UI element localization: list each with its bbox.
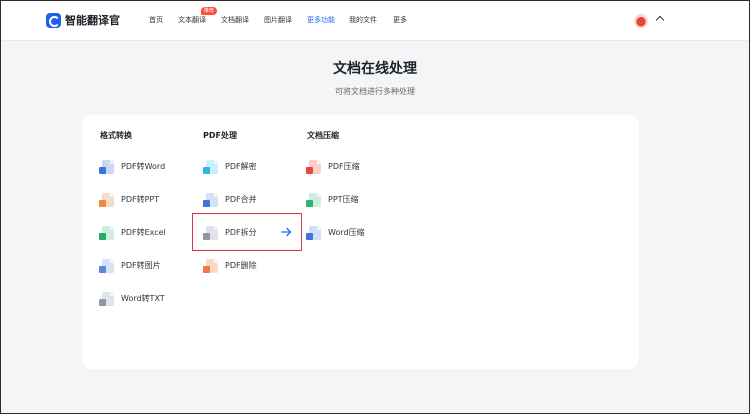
tool-label: PDF转Word [121,162,166,171]
image-file-icon [99,259,114,273]
nav-item-more[interactable]: 更多 [393,15,407,25]
word-file-icon [99,160,114,174]
column-title-pdf-processing: PDF处理 [203,131,237,140]
tool-label: PDF转PPT [121,195,160,204]
lock-file-icon [203,160,218,174]
tool-label: PPT压缩 [328,195,359,204]
tool-label: PDF删除 [225,261,257,270]
column-title-document-compression: 文档压缩 [307,131,339,140]
nav-item-my-files[interactable]: 我的文件 [349,15,377,25]
page-subtitle: 可将文档进行多种处理 [335,87,415,96]
tool-label: PDF转图片 [121,261,161,270]
word-compress-icon [306,226,321,240]
nav-item-text-translate[interactable]: 文本翻译 [178,15,206,25]
recommend-badge: 推荐 [201,7,217,15]
tool-label: Word压缩 [328,228,365,237]
nav-item-document-translate[interactable]: 文档翻译 [221,15,249,25]
app-logo-icon[interactable] [46,13,61,28]
tools-panel [82,115,639,369]
excel-file-icon [99,226,114,240]
top-navigation-bar: 智能翻译官 首页 文本翻译 推荐 文档翻译 图片翻译 更多功能 我的文件 更多 [1,1,749,41]
tool-label: Word转TXT [121,294,165,303]
tool-label: PDF压缩 [328,162,360,171]
tool-label: PDF转Excel [121,228,166,237]
split-file-icon [203,226,218,240]
merge-file-icon [203,193,218,207]
nav-item-more-features[interactable]: 更多功能 [307,15,335,25]
delete-file-icon [203,259,218,273]
ppt-file-icon [99,193,114,207]
brand-name[interactable]: 智能翻译官 [65,13,120,28]
avatar[interactable] [634,14,648,28]
arrow-right-icon[interactable] [281,227,292,237]
tool-label: PDF解密 [225,162,257,171]
page-title: 文档在线处理 [333,61,417,77]
chevron-up-icon[interactable] [655,15,665,25]
ppt-compress-icon [306,193,321,207]
tool-label: PDF合并 [225,195,257,204]
nav-item-image-translate[interactable]: 图片翻译 [264,15,292,25]
tool-label: PDF拆分 [225,228,257,237]
pdf-compress-icon [306,160,321,174]
nav-item-home[interactable]: 首页 [149,15,163,25]
txt-file-icon [99,292,114,306]
column-title-format-conversion: 格式转换 [100,131,132,140]
